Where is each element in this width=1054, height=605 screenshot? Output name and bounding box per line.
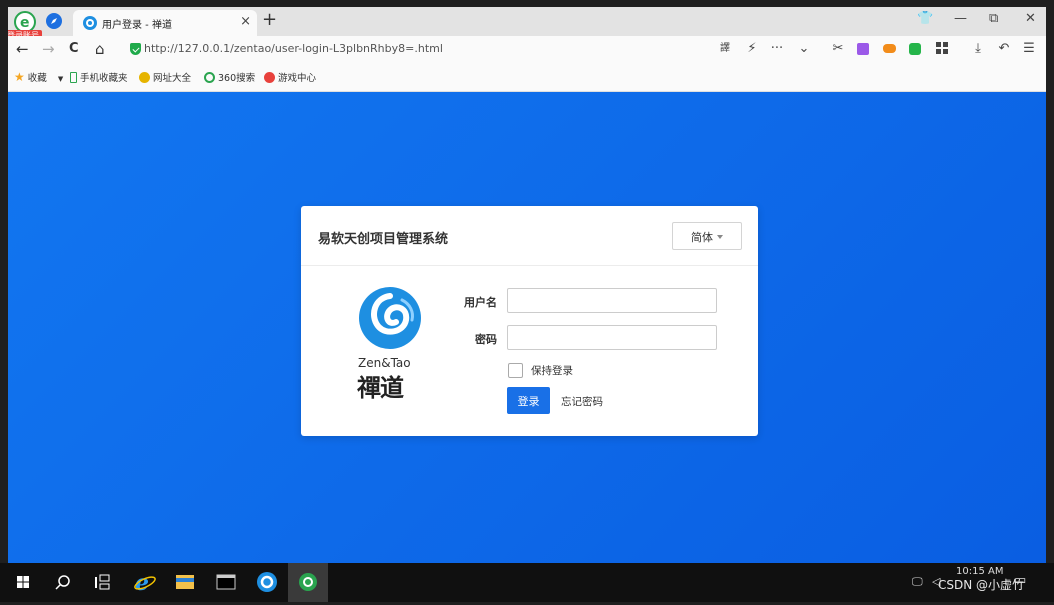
forgot-password-link[interactable]: 忘记密码 [561, 394, 603, 409]
folder-icon [176, 575, 194, 589]
dropdown-icon[interactable]: ⌄ [797, 42, 811, 56]
keep-login-label[interactable]: 保持登录 [531, 363, 573, 378]
bookmark-label: 手机收藏夹 [80, 73, 128, 84]
gamepad-icon[interactable] [883, 44, 896, 53]
zentao-logo-icon [358, 286, 422, 353]
language-label: 简体 [691, 231, 713, 244]
compass-icon[interactable] [46, 13, 62, 29]
task-view-icon [95, 574, 110, 590]
login-page: 易软天创项目管理系统 简体 Zen&Tao 禪道 用户名 密码 保持登录 登录 … [8, 92, 1046, 563]
tab-title: 用户登录 - 禅道 [102, 20, 172, 31]
menu-icon[interactable]: ☰ [1022, 42, 1036, 56]
undo-icon[interactable]: ↶ [997, 42, 1011, 56]
bookmark-label: 收藏 [27, 73, 47, 84]
svg-text:e: e [20, 15, 30, 31]
search-icon [55, 575, 70, 590]
secure-shield-icon [130, 43, 141, 55]
taskbar-ie[interactable]: e [124, 563, 164, 602]
login-panel-header: 易软天创项目管理系统 简体 [301, 206, 758, 266]
tab-strip: e 登录账号 用户登录 - 禅道 × + 👕 — ⧉ ✕ [8, 7, 1046, 42]
apps-grid-icon[interactable] [935, 42, 949, 56]
translate-icon[interactable]: 譯 [718, 42, 732, 56]
login-button[interactable]: 登录 [507, 387, 550, 414]
globe-icon [139, 72, 150, 83]
bookmark-label: 360搜索 [218, 73, 256, 84]
notes-icon[interactable] [857, 43, 869, 55]
screenshot-cut-icon[interactable]: ✂ [831, 42, 845, 56]
search-icon [204, 72, 215, 83]
phone-icon [70, 72, 77, 83]
bookmark-game-center[interactable]: 游戏中心 [264, 70, 316, 84]
password-input[interactable] [507, 325, 717, 350]
forward-button[interactable]: → [42, 40, 55, 58]
back-button[interactable]: ← [16, 40, 29, 58]
taskbar-console[interactable] [206, 563, 246, 602]
game-icon [264, 72, 275, 83]
windows-icon [17, 576, 29, 588]
tab-close-icon[interactable]: × [240, 14, 251, 29]
360-browser-icon [299, 573, 317, 591]
internet-explorer-icon: e [134, 570, 156, 596]
new-tab-button[interactable]: + [262, 9, 277, 30]
console-window-icon [216, 574, 236, 590]
language-switch-button[interactable]: 简体 [672, 222, 742, 250]
zentao-app-icon [257, 572, 277, 592]
bookmark-label: 网址大全 [153, 73, 192, 84]
wechat-icon[interactable] [909, 43, 921, 55]
minimize-button[interactable]: — [954, 11, 967, 26]
zentao-favicon-icon [83, 16, 97, 30]
tab-user-login[interactable]: 用户登录 - 禅道 × [73, 10, 257, 36]
bookmark-label: 游戏中心 [278, 73, 317, 84]
more-icon[interactable]: ··· [770, 42, 784, 56]
restore-button[interactable]: ⧉ [989, 11, 998, 26]
windows-taskbar: e 🖵 ◁ 10:15 AM ▭ [0, 563, 1054, 602]
bookmark-mobile[interactable]: 手机收藏夹 [70, 70, 128, 84]
csdn-watermark: CSDN @小虚竹 [938, 578, 1025, 592]
bookmark-favorites[interactable]: ★ 收藏 ▼ [14, 70, 63, 84]
flash-icon[interactable]: ⚡ [745, 42, 759, 56]
home-button[interactable]: ⌂ [95, 40, 105, 58]
logo-chinese-text: 禪道 [357, 374, 404, 402]
task-view-button[interactable] [82, 563, 122, 602]
bookmark-navigation[interactable]: 网址大全 [139, 70, 191, 84]
taskbar-zentao[interactable] [247, 563, 287, 602]
reload-button[interactable]: C [69, 41, 79, 56]
browser-toolbar: ← → C ⌂ http://127.0.0.1/zentao/user-log… [8, 36, 1046, 63]
star-icon: ★ [14, 70, 25, 84]
caret-down-icon [717, 235, 723, 239]
taskbar-search-button[interactable] [43, 563, 83, 602]
taskbar-360-browser[interactable] [288, 563, 328, 602]
username-label: 用户名 [464, 296, 497, 309]
network-icon[interactable]: 🖵 [912, 575, 923, 589]
chevron-down-icon: ▼ [57, 75, 64, 83]
keep-login-checkbox[interactable] [508, 363, 523, 378]
bookmarks-bar: ★ 收藏 ▼ 手机收藏夹 网址大全 360搜索 游戏中心 [8, 63, 1046, 92]
download-icon[interactable]: ⤓ [971, 42, 985, 56]
browser-window: e 登录账号 用户登录 - 禅道 × + 👕 — ⧉ ✕ ← → C ⌂ htt… [8, 7, 1046, 563]
username-input[interactable] [507, 288, 717, 313]
password-label: 密码 [475, 333, 497, 346]
address-bar[interactable]: http://127.0.0.1/zentao/user-login-L3plb… [126, 39, 816, 60]
start-button[interactable] [3, 563, 43, 602]
skin-icon[interactable]: 👕 [917, 11, 933, 26]
system-title: 易软天创项目管理系统 [318, 232, 449, 247]
taskbar-file-explorer[interactable] [165, 563, 205, 602]
close-window-button[interactable]: ✕ [1025, 11, 1036, 26]
url-text[interactable]: http://127.0.0.1/zentao/user-login-L3plb… [144, 42, 443, 55]
bookmark-360search[interactable]: 360搜索 [204, 70, 255, 84]
login-panel: 易软天创项目管理系统 简体 Zen&Tao 禪道 用户名 密码 保持登录 登录 … [301, 206, 758, 436]
